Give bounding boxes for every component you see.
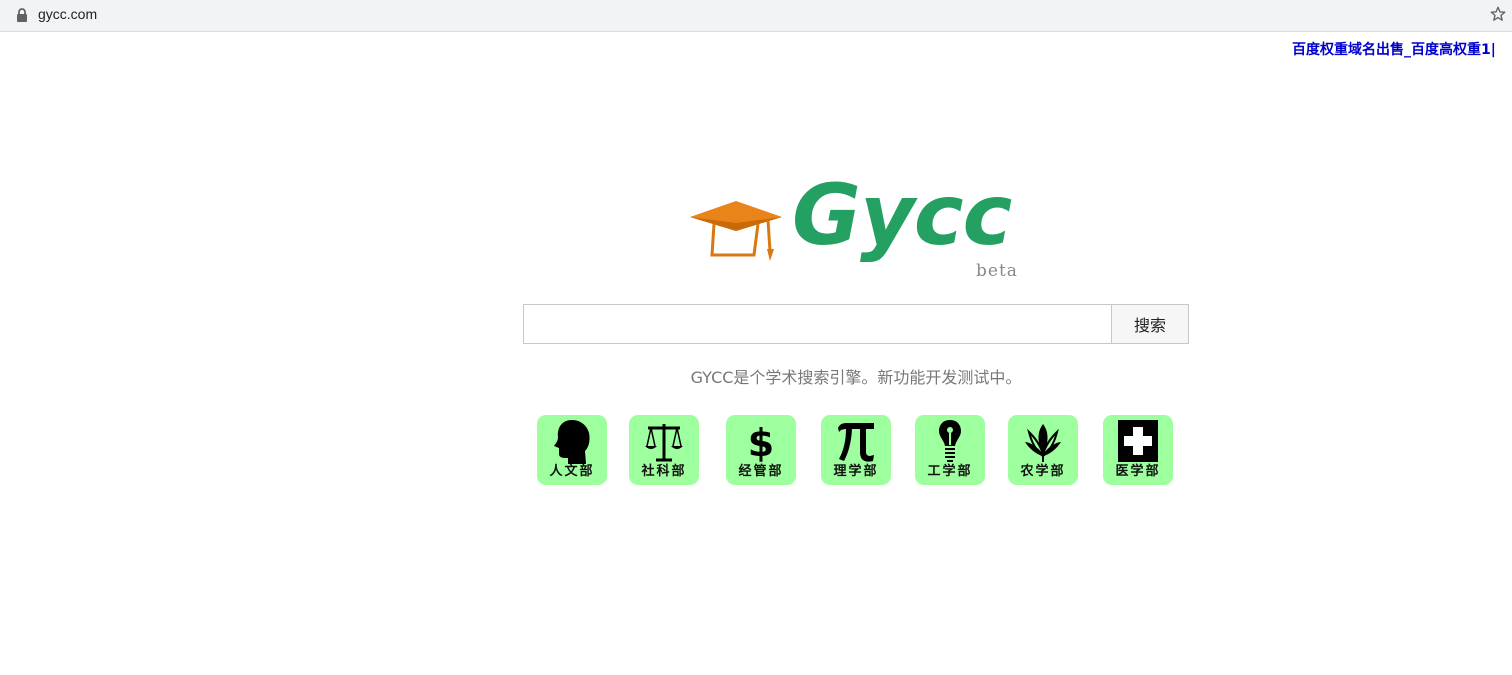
dept-tile-humanities[interactable]: 人文部 [537,415,607,485]
dept-tile-agriculture[interactable]: 农学部 [1008,415,1078,485]
site-logo: Gycc beta [688,173,1018,283]
scales-icon [645,424,683,462]
logo-beta-badge: beta [976,261,1018,281]
search-input[interactable] [523,304,1113,344]
tile-label: 社科部 [641,464,687,479]
dept-tile-science[interactable]: 理学部 [821,415,891,485]
url-text[interactable]: gycc.com [38,6,97,22]
search-button[interactable]: 搜索 [1111,304,1189,344]
plant-icon [1025,424,1061,462]
logo-wordmark: Gycc [792,166,1012,264]
tile-label: 理学部 [833,464,879,479]
dept-tile-economics-management[interactable]: $ 经管部 [726,415,796,485]
lightbulb-icon [939,420,961,462]
ad-link[interactable]: 百度权重域名出售_百度高权重1| [1292,39,1512,59]
graduation-cap-icon [690,201,782,261]
medical-cross-icon [1118,420,1158,462]
tile-label: 农学部 [1020,464,1066,479]
tile-label: 医学部 [1115,464,1161,479]
tile-label: 经管部 [738,464,784,479]
lock-icon [17,8,27,22]
tile-label: 人文部 [549,464,595,479]
dept-tile-engineering[interactable]: 工学部 [915,415,985,485]
dept-tile-medicine[interactable]: 医学部 [1103,415,1173,485]
pi-icon [838,423,874,462]
tagline: GYCC是个学术搜索引擎。新功能开发测试中。 [690,368,1022,387]
head-profile-icon [554,420,590,464]
dollar-icon: $ [748,421,774,464]
tile-label: 工学部 [927,464,973,479]
svg-text:$: $ [748,421,774,464]
browser-url-bar[interactable]: gycc.com [0,0,1512,32]
dept-tile-social-sciences[interactable]: 社科部 [629,415,699,485]
star-icon[interactable] [1489,5,1507,23]
